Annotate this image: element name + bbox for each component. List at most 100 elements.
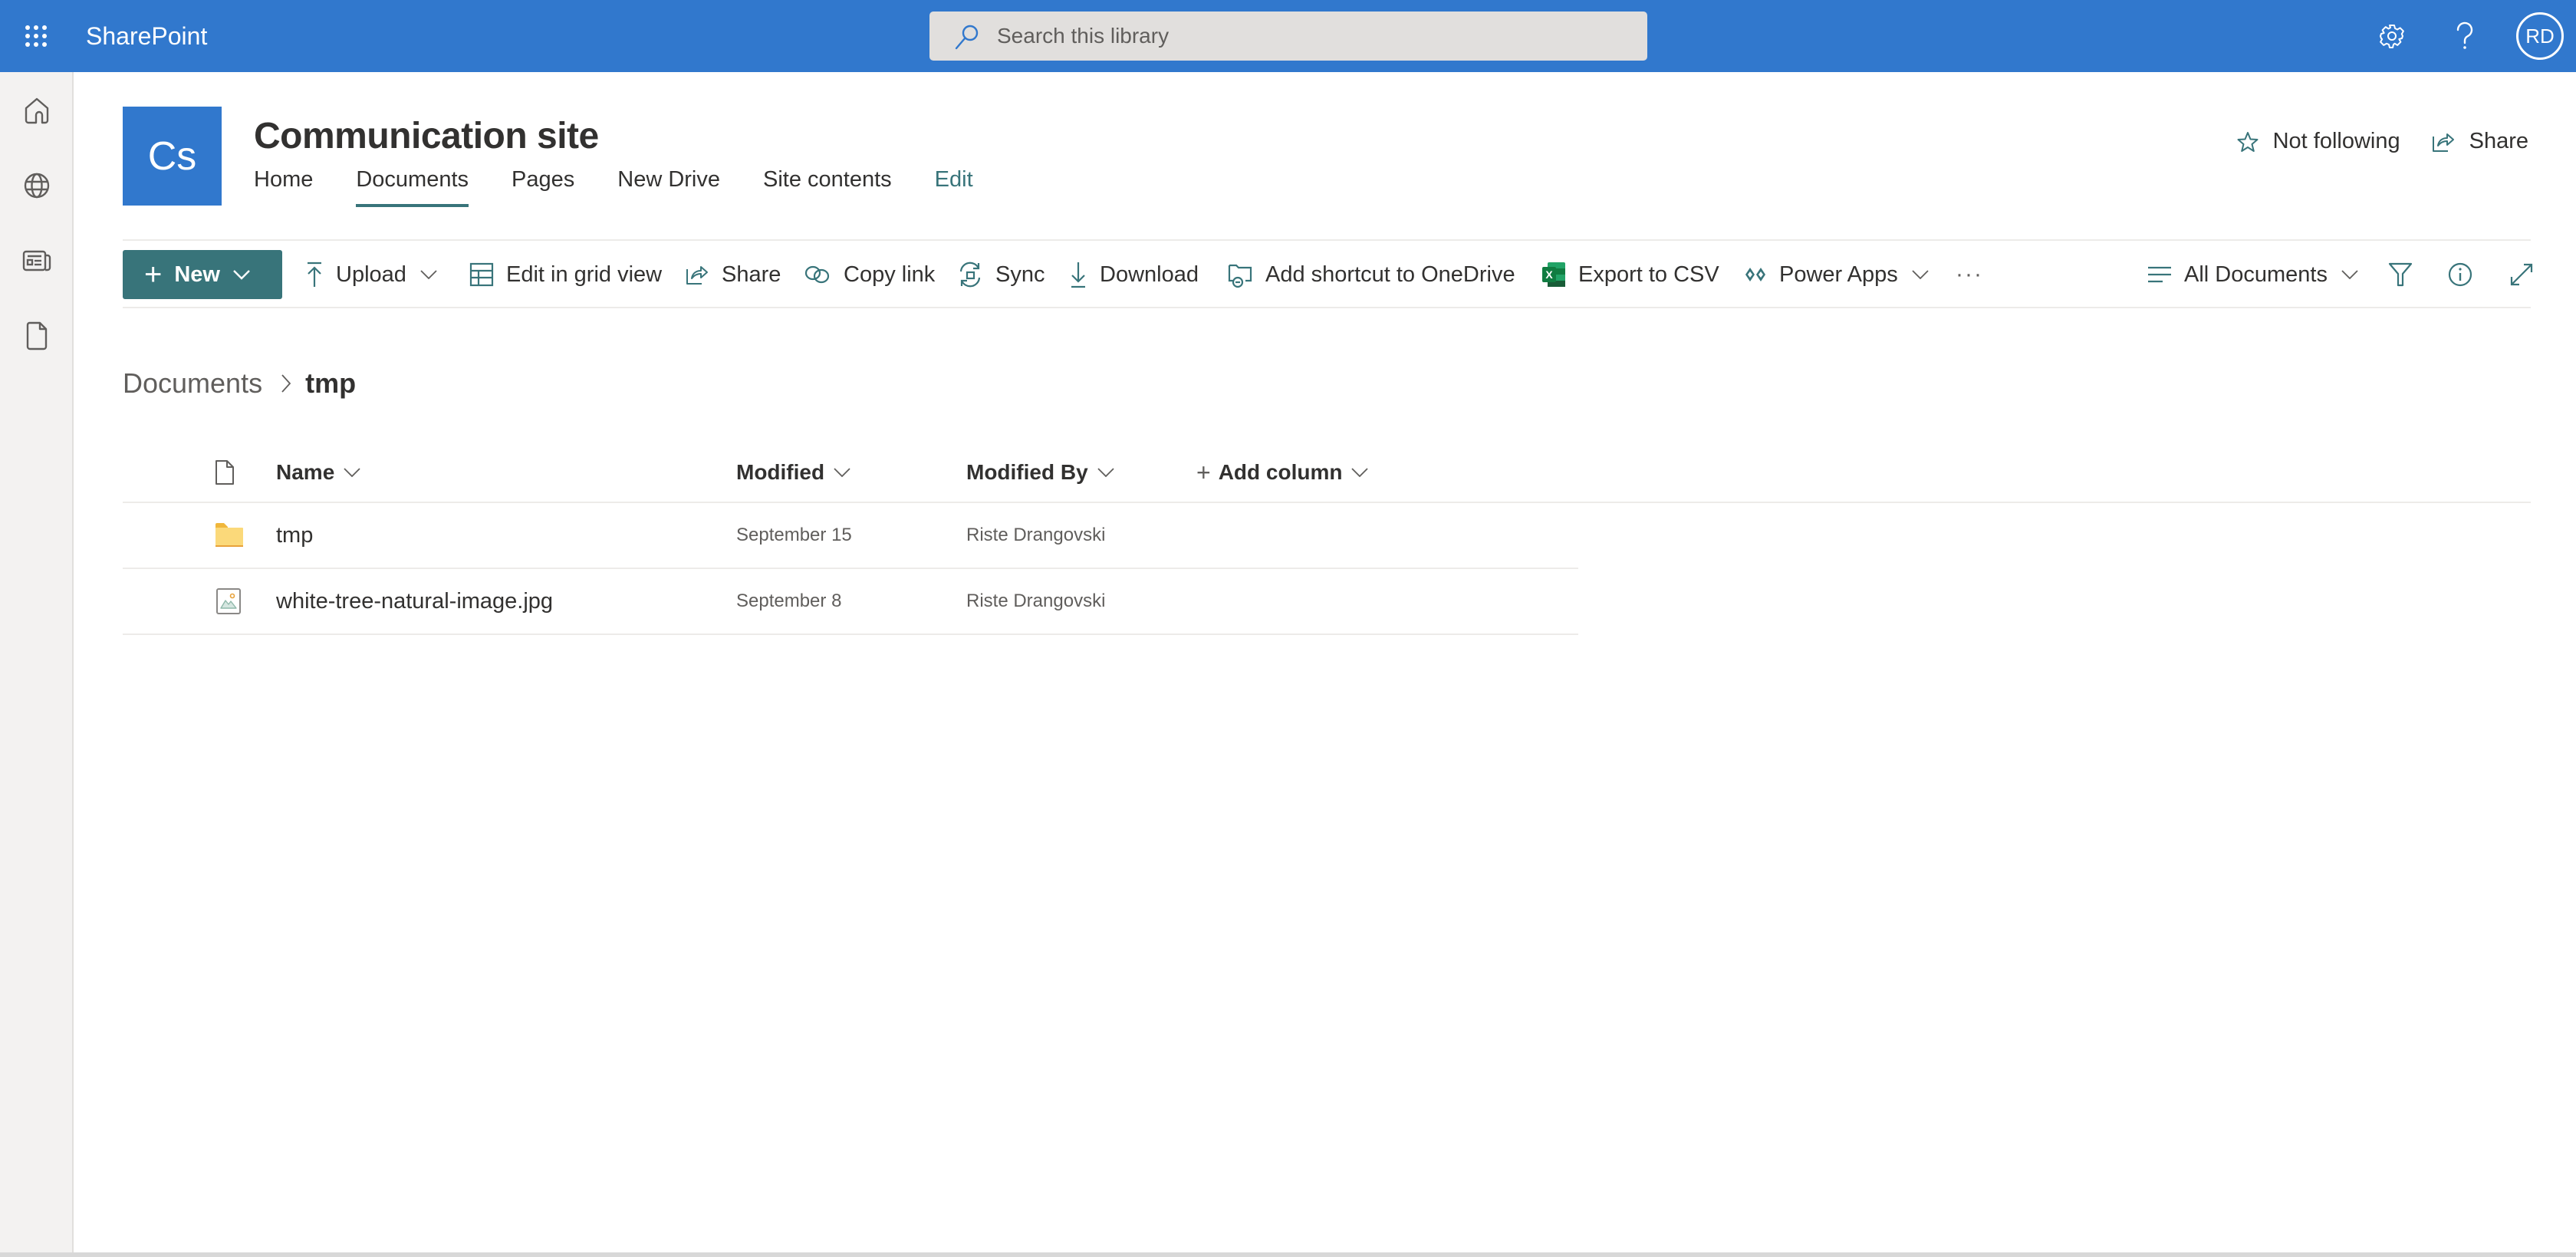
file-type-column-header[interactable] (215, 456, 235, 489)
grid-label: Edit in grid view (506, 262, 663, 287)
download-button[interactable]: Download (1069, 255, 1199, 295)
view-list-icon (2148, 266, 2171, 283)
fullscreen-button[interactable] (2509, 255, 2534, 295)
modified-by-column-header[interactable]: Modified By (966, 456, 1114, 489)
nav-site-contents[interactable]: Site contents (763, 164, 892, 207)
site-logo[interactable]: Cs (123, 107, 222, 206)
item-modified-by[interactable]: Riste Drangovski (966, 520, 1105, 551)
name-column-header[interactable]: Name (276, 456, 360, 489)
sync-label: Sync (995, 262, 1045, 287)
modified-column-label: Modified (736, 460, 825, 484)
nav-documents[interactable]: Documents (356, 164, 469, 207)
breadcrumb-current: tmp (305, 367, 357, 399)
excel-icon: X (1542, 262, 1565, 287)
nav-pages[interactable]: Pages (512, 164, 574, 207)
more-commands-button[interactable]: ··· (1956, 255, 1983, 295)
nav-new-drive[interactable]: New Drive (617, 164, 720, 207)
settings-icon (2380, 25, 2404, 48)
add-shortcut-button[interactable]: Add shortcut to OneDrive (1227, 255, 1515, 295)
help-icon (2456, 21, 2473, 49)
export-csv-button[interactable]: X Export to CSV (1541, 255, 1719, 295)
svg-text:X: X (1545, 268, 1553, 281)
view-label: All Documents (2184, 262, 2328, 287)
view-selector[interactable]: All Documents (2147, 255, 2358, 295)
chevron-right-icon (281, 374, 291, 393)
list-row-folder[interactable]: tmp September 15 Riste Drangovski (123, 503, 1578, 569)
app-name[interactable]: SharePoint (86, 20, 207, 52)
chevron-down-icon (420, 270, 437, 279)
sync-button[interactable]: Sync (957, 255, 1045, 295)
file-type-icon (215, 460, 234, 485)
upload-icon (308, 262, 321, 287)
header-actions: Not following Share (2206, 129, 2528, 154)
rail-item-home[interactable] (14, 87, 60, 133)
breadcrumb: Documents tmp (123, 364, 356, 403)
item-modified: September 8 (736, 591, 842, 611)
user-avatar[interactable]: RD (2516, 12, 2564, 60)
chevron-down-icon (1912, 270, 1929, 279)
shortcut-icon (1228, 264, 1252, 288)
item-name[interactable]: white-tree-natural-image.jpg (276, 586, 553, 617)
download-icon (1071, 262, 1085, 288)
add-column-button[interactable]: + Add column (1196, 456, 1369, 489)
list-header: Name Modified Modified By + Add column (123, 445, 2531, 503)
rail-item-files[interactable] (14, 313, 60, 359)
upload-button[interactable]: Upload (305, 255, 437, 295)
share-button[interactable]: Share (685, 255, 781, 295)
rail-item-sites[interactable] (14, 163, 60, 209)
follow-button[interactable]: Not following (2236, 129, 2400, 154)
nav-home[interactable]: Home (254, 164, 313, 207)
info-button[interactable] (2448, 255, 2472, 295)
nav-edit-link[interactable]: Edit (935, 164, 973, 207)
folder-icon (215, 520, 244, 551)
plus-icon: + (144, 258, 163, 291)
item-name[interactable]: tmp (276, 520, 313, 551)
edit-grid-view-button[interactable]: Edit in grid view (469, 255, 662, 295)
copy-link-label: Copy link (844, 262, 936, 287)
rail-item-news[interactable] (14, 238, 60, 284)
share-icon (2432, 133, 2454, 152)
filter-icon (2388, 262, 2413, 287)
suite-bar: SharePoint Search this library RD (0, 0, 2576, 72)
info-icon (2448, 262, 2472, 287)
command-bar: + New Upload Edit in grid view Share Cop… (123, 239, 2534, 308)
power-apps-icon (1745, 268, 1765, 281)
copy-link-button[interactable]: Copy link (804, 255, 935, 295)
upload-label: Upload (336, 262, 406, 287)
plus-icon: + (1196, 458, 1211, 486)
download-label: Download (1100, 262, 1199, 287)
item-modified-by[interactable]: Riste Drangovski (966, 586, 1105, 617)
filter-button[interactable] (2388, 255, 2413, 295)
sync-icon (959, 262, 981, 288)
app-launcher-icon[interactable] (23, 23, 49, 49)
list-row-file[interactable]: white-tree-natural-image.jpg September 8… (123, 569, 1578, 635)
chevron-down-icon (834, 468, 850, 477)
site-share-button[interactable]: Share (2431, 129, 2528, 154)
new-button[interactable]: + New (123, 250, 282, 299)
follow-label: Not following (2272, 129, 2400, 153)
expand-icon (2510, 263, 2533, 286)
share-label: Share (2469, 129, 2528, 153)
search-icon (955, 25, 979, 50)
chevron-down-icon (1351, 468, 1369, 477)
chevron-down-icon (344, 468, 360, 477)
modified-column-header[interactable]: Modified (736, 456, 850, 489)
home-icon (25, 97, 49, 124)
site-title[interactable]: Communication site (254, 112, 599, 161)
new-label: New (174, 262, 220, 287)
settings-button[interactable] (2373, 17, 2411, 55)
chevron-down-icon (233, 270, 250, 280)
grid-icon (469, 262, 494, 287)
image-file-icon (216, 586, 241, 617)
news-icon (22, 250, 51, 271)
search-input[interactable]: Search this library (929, 12, 1647, 61)
globe-icon (24, 173, 50, 199)
site-navigation: Home Documents Pages New Drive Site cont… (254, 164, 1016, 207)
add-column-label: Add column (1218, 460, 1343, 484)
search-placeholder: Search this library (997, 24, 1170, 48)
power-apps-label: Power Apps (1779, 262, 1898, 287)
star-icon (2237, 131, 2259, 152)
help-button[interactable] (2446, 17, 2484, 55)
power-apps-button[interactable]: Power Apps (1744, 255, 1929, 295)
breadcrumb-documents[interactable]: Documents (123, 367, 262, 400)
